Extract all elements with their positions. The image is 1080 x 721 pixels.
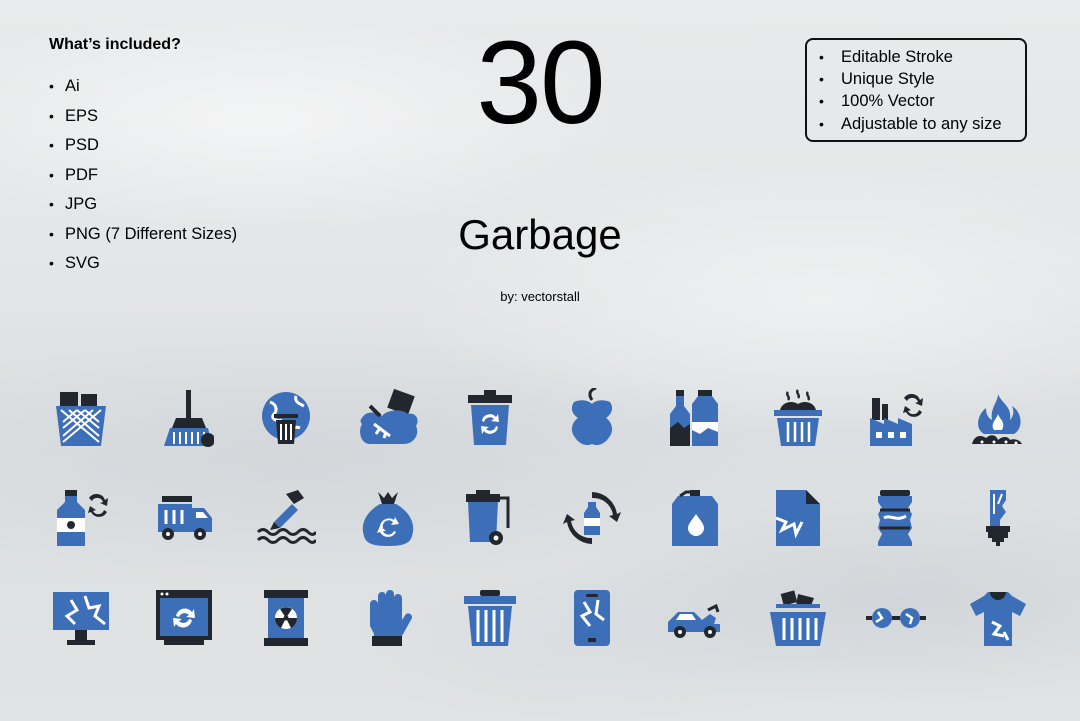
bottles-icon xyxy=(664,388,724,448)
computer-recycle-icon xyxy=(154,588,214,648)
garbage-bag-leaf-icon xyxy=(358,388,418,448)
earth-trash-icon xyxy=(256,388,316,448)
apple-core-icon xyxy=(562,388,622,448)
crushed-can-icon xyxy=(866,488,926,548)
recycle-bin-icon xyxy=(460,388,520,448)
fire-waste-icon xyxy=(968,388,1028,448)
smelly-bin-icon xyxy=(768,388,828,448)
bottle-recycle-circle-icon xyxy=(562,488,622,548)
icon-grid xyxy=(0,0,1080,721)
garbage-truck-icon xyxy=(154,488,214,548)
basket-trash-icon xyxy=(768,588,828,648)
torn-paper-icon xyxy=(768,488,828,548)
wastebasket-icon xyxy=(51,388,111,448)
jerrycan-icon xyxy=(664,488,724,548)
broken-monitor-icon xyxy=(51,588,111,648)
trash-can-icon xyxy=(460,588,520,648)
broom-icon xyxy=(154,388,214,448)
glove-icon xyxy=(358,588,418,648)
water-pollution-icon xyxy=(256,488,316,548)
torn-shirt-icon xyxy=(968,588,1028,648)
broken-bulb-icon xyxy=(968,488,1028,548)
broken-phone-icon xyxy=(562,588,622,648)
wrecked-car-icon xyxy=(664,588,724,648)
bottle-recycle-icon xyxy=(51,488,111,548)
broken-glasses-icon xyxy=(866,588,926,648)
recycle-sack-icon xyxy=(358,488,418,548)
wheelie-bin-icon xyxy=(460,488,520,548)
radioactive-barrel-icon xyxy=(256,588,316,648)
factory-recycle-icon xyxy=(866,388,926,448)
